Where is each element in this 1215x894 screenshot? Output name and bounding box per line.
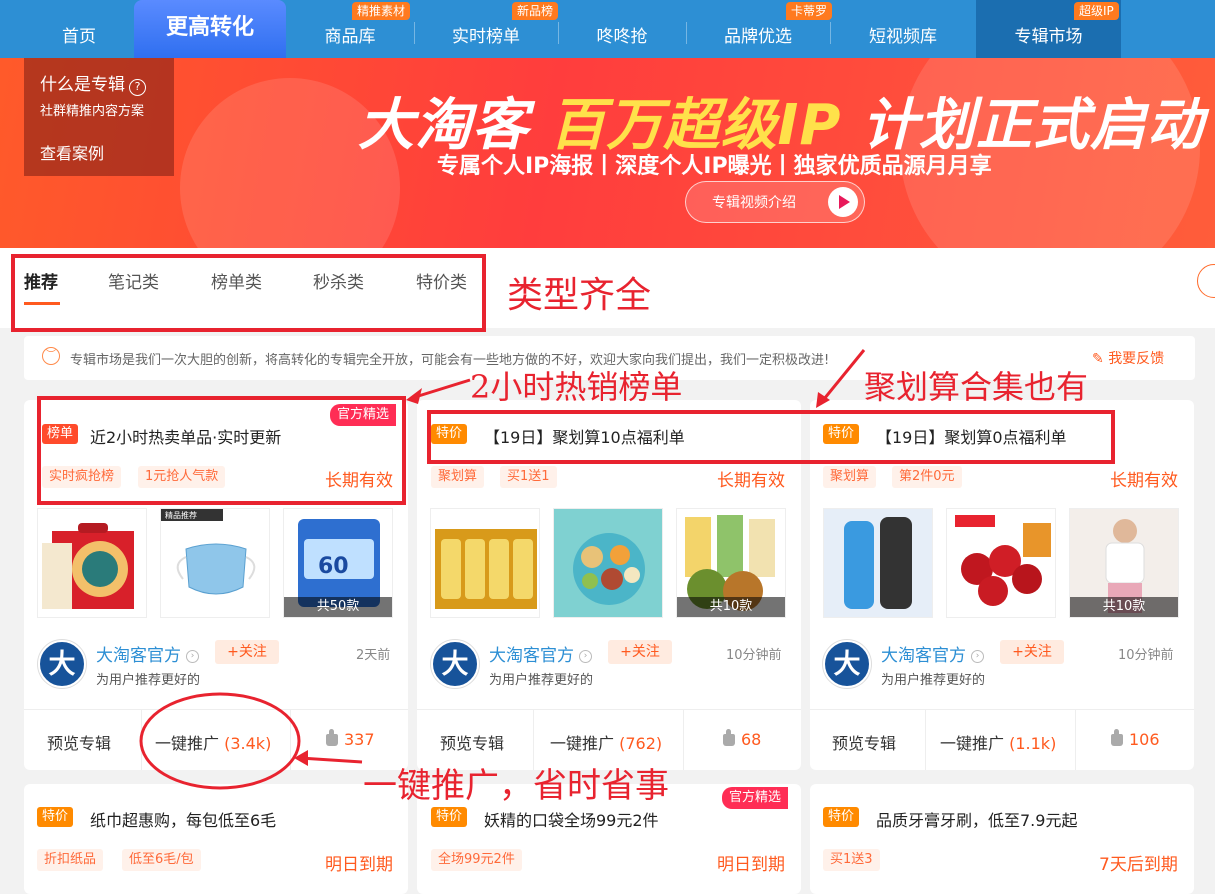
annotation-arrows xyxy=(139,349,866,790)
annotation-circle xyxy=(139,692,301,790)
arrow-line xyxy=(818,349,866,405)
arrow-line xyxy=(299,756,363,764)
arrow-head xyxy=(406,388,422,404)
